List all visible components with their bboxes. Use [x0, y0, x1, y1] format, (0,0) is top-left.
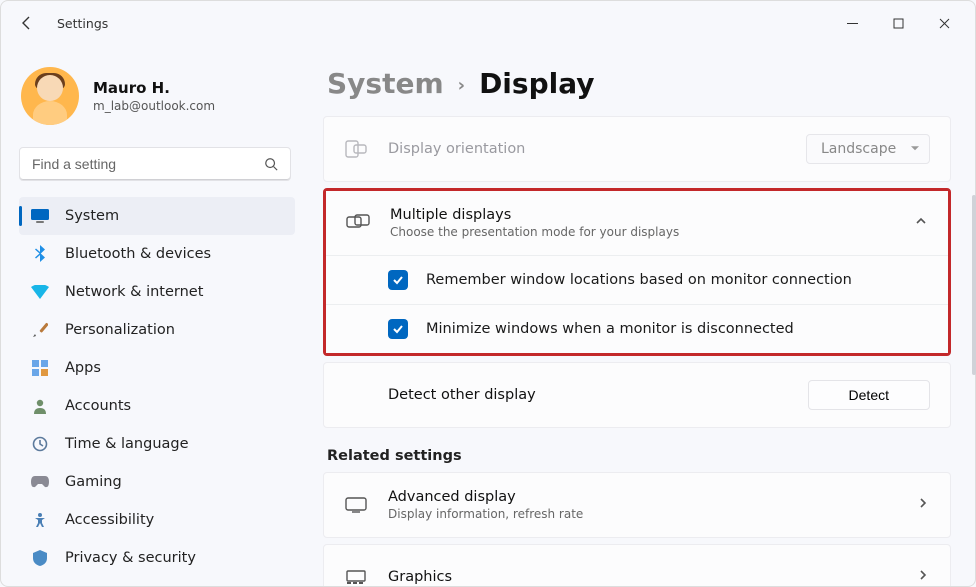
nav-item-time[interactable]: Time & language	[19, 425, 295, 463]
remember-locations-row[interactable]: Remember window locations based on monit…	[326, 255, 948, 304]
multiple-displays-title: Multiple displays	[390, 207, 894, 223]
search-box[interactable]	[19, 147, 291, 181]
nav-label: Time & language	[65, 436, 189, 452]
detect-card: Detect other display Detect	[323, 362, 951, 428]
sidebar: Mauro H. m_lab@outlook.com System	[1, 45, 309, 586]
graphics-title: Graphics	[388, 569, 896, 585]
nav-label: Network & internet	[65, 284, 203, 300]
nav-label: Gaming	[65, 474, 122, 490]
multiple-displays-subtitle: Choose the presentation mode for your di…	[390, 225, 894, 239]
advanced-display-card[interactable]: Advanced display Display information, re…	[323, 472, 951, 538]
related-settings-heading: Related settings	[327, 448, 951, 464]
orientation-card: Display orientation Landscape	[323, 116, 951, 182]
nav-label: Accessibility	[65, 512, 154, 528]
nav-label: Bluetooth & devices	[65, 246, 211, 262]
breadcrumb-parent[interactable]: System	[327, 67, 444, 100]
nav-item-system[interactable]: System	[19, 197, 295, 235]
chevron-right-icon	[916, 568, 930, 586]
system-icon	[31, 207, 49, 225]
advanced-display-title: Advanced display	[388, 489, 896, 505]
detect-title: Detect other display	[388, 387, 788, 403]
nav-item-gaming[interactable]: Gaming	[19, 463, 295, 501]
apps-icon	[31, 359, 49, 377]
minimize-windows-row[interactable]: Minimize windows when a monitor is disco…	[326, 304, 948, 353]
bluetooth-icon	[31, 245, 49, 263]
orientation-title: Display orientation	[388, 141, 786, 157]
nav-label: Personalization	[65, 322, 175, 338]
accessibility-icon	[31, 511, 49, 529]
nav-item-personalization[interactable]: Personalization	[19, 311, 295, 349]
nav-label: Apps	[65, 360, 101, 376]
nav-item-apps[interactable]: Apps	[19, 349, 295, 387]
settings-window: Settings Mauro H. m_la	[0, 0, 976, 587]
minimize-windows-checkbox[interactable]	[388, 319, 408, 339]
back-button[interactable]	[19, 15, 35, 31]
search-input[interactable]	[32, 156, 264, 172]
minimize-windows-label: Minimize windows when a monitor is disco…	[426, 321, 794, 337]
minimize-button[interactable]	[829, 1, 875, 45]
chevron-up-icon[interactable]	[914, 214, 928, 232]
monitor-icon	[344, 493, 368, 517]
advanced-display-subtitle: Display information, refresh rate	[388, 507, 896, 521]
user-email: m_lab@outlook.com	[93, 99, 215, 113]
orientation-select[interactable]: Landscape	[806, 134, 930, 164]
nav-item-network[interactable]: Network & internet	[19, 273, 295, 311]
privacy-icon	[31, 549, 49, 567]
chevron-right-icon	[916, 496, 930, 514]
maximize-button[interactable]	[875, 1, 921, 45]
nav-list: System Bluetooth & devices Network & int…	[19, 197, 303, 577]
personalization-icon	[31, 321, 49, 339]
network-icon	[31, 283, 49, 301]
user-name: Mauro H.	[93, 79, 215, 97]
graphics-card[interactable]: Graphics	[323, 544, 951, 586]
gaming-icon	[31, 473, 49, 491]
accounts-icon	[31, 397, 49, 415]
remember-locations-checkbox[interactable]	[388, 270, 408, 290]
user-card[interactable]: Mauro H. m_lab@outlook.com	[19, 59, 303, 143]
time-icon	[31, 435, 49, 453]
app-title: Settings	[57, 16, 108, 31]
nav-label: Accounts	[65, 398, 131, 414]
orientation-icon	[344, 137, 368, 161]
avatar	[21, 67, 79, 125]
multiple-displays-icon	[346, 211, 370, 235]
nav-label: Privacy & security	[65, 550, 196, 566]
graphics-icon	[344, 565, 368, 586]
breadcrumb: System › Display	[323, 67, 951, 100]
multiple-displays-group: Multiple displays Choose the presentatio…	[323, 188, 951, 356]
remember-locations-label: Remember window locations based on monit…	[426, 272, 852, 288]
chevron-right-icon: ›	[458, 71, 465, 96]
multiple-displays-header[interactable]: Multiple displays Choose the presentatio…	[326, 191, 948, 255]
detect-button[interactable]: Detect	[808, 380, 930, 410]
search-icon	[264, 157, 278, 171]
main-panel: System › Display Display orientation Lan…	[309, 45, 975, 586]
nav-item-accessibility[interactable]: Accessibility	[19, 501, 295, 539]
nav-item-accounts[interactable]: Accounts	[19, 387, 295, 425]
nav-item-privacy[interactable]: Privacy & security	[19, 539, 295, 577]
titlebar: Settings	[1, 1, 975, 45]
breadcrumb-current: Display	[479, 67, 594, 100]
close-button[interactable]	[921, 1, 967, 45]
nav-item-bluetooth[interactable]: Bluetooth & devices	[19, 235, 295, 273]
nav-label: System	[65, 208, 119, 224]
